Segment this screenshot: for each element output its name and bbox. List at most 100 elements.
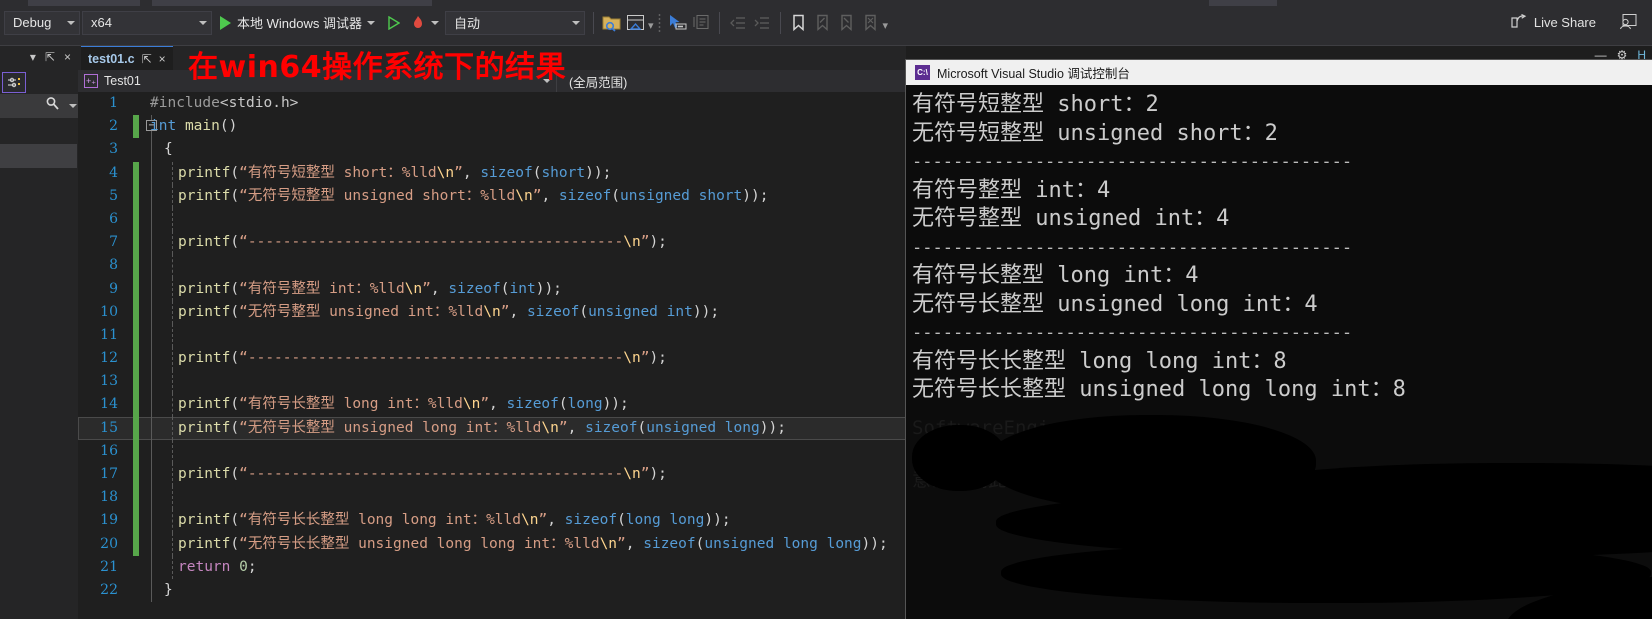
- code-line[interactable]: 18: [78, 486, 906, 510]
- line-number: 18: [100, 489, 118, 506]
- solution-configuration-combo[interactable]: Debug: [4, 10, 80, 35]
- open-folder-search-icon[interactable]: [601, 12, 623, 34]
- code-line[interactable]: 14 printf(“有符号长整型 long int：%lld\n”, sizeo…: [78, 393, 906, 417]
- debug-target-label[interactable]: 本地 Windows 调试器: [237, 13, 362, 32]
- hot-reload-mode-combo[interactable]: 自动: [444, 10, 585, 35]
- pin-icon[interactable]: ⇱: [142, 52, 152, 66]
- change-marker: [133, 300, 139, 324]
- code-line[interactable]: 15 printf(“无符号长整型 unsigned long int：%lld\…: [78, 416, 906, 440]
- line-number: 2: [109, 118, 118, 135]
- indent-guide-dashed: [172, 439, 173, 463]
- line-number: 6: [109, 210, 118, 227]
- indent-guide: [151, 439, 152, 463]
- code-text: return 0;: [178, 558, 257, 575]
- minimize-icon[interactable]: —: [1595, 48, 1607, 62]
- gear-icon[interactable]: ⚙: [1617, 48, 1628, 62]
- search-icon[interactable]: [45, 96, 60, 116]
- line-number: 11: [100, 326, 118, 343]
- code-line[interactable]: 9 printf(“有符号整型 int：%lld\n”, sizeof(int))…: [78, 277, 906, 301]
- code-line[interactable]: 13: [78, 370, 906, 394]
- chevron-down-icon[interactable]: [430, 20, 439, 25]
- change-marker: [133, 509, 139, 533]
- code-line[interactable]: 12 printf(“------------------------------…: [78, 347, 906, 371]
- indent-guide-dashed: [172, 370, 173, 394]
- code-line[interactable]: 19 printf(“有符号长长整型 long long int：%lld\n”,…: [78, 509, 906, 533]
- document-tab-test01c[interactable]: test01.c ⇱ ×: [81, 46, 173, 70]
- close-icon[interactable]: ×: [159, 52, 166, 66]
- tool-window-row-selected[interactable]: [0, 144, 77, 168]
- toggle-bookmark-icon[interactable]: [788, 12, 810, 34]
- chevron-down-icon[interactable]: [69, 104, 77, 108]
- code-text: printf(“无符号长长整型 unsigned long long int：%…: [178, 535, 888, 552]
- code-line[interactable]: 17 printf(“------------------------------…: [78, 463, 906, 487]
- code-line[interactable]: 5 printf(“无符号短整型 unsigned short：%lld\n”, …: [78, 184, 906, 208]
- hot-reload-icon[interactable]: [407, 12, 429, 34]
- code-line[interactable]: 8: [78, 254, 906, 278]
- tool-window-row[interactable]: [0, 118, 77, 144]
- toolbar-overflow-stub-2: [152, 0, 432, 6]
- solution-platform-combo[interactable]: x64: [82, 10, 212, 35]
- code-line[interactable]: 11: [78, 323, 906, 348]
- change-marker: [133, 207, 139, 232]
- previous-bookmark-icon: [812, 12, 834, 34]
- code-text: {: [164, 141, 173, 158]
- code-line[interactable]: 20 printf(“无符号长长整型 unsigned long long int…: [78, 532, 906, 556]
- pin-icon[interactable]: ⇱: [45, 50, 55, 64]
- live-share-button[interactable]: Live Share: [1510, 13, 1648, 33]
- code-line[interactable]: 21 return 0;: [78, 555, 906, 579]
- code-line[interactable]: 6: [78, 207, 906, 232]
- code-line[interactable]: 7 printf(“-------------------------------…: [78, 231, 906, 255]
- tool-window-toolbar-button[interactable]: [2, 72, 26, 93]
- debug-console-window[interactable]: C:\ Microsoft Visual Studio 调试控制台 有符号短整型…: [906, 60, 1652, 619]
- indent-guide: [151, 207, 152, 232]
- close-icon[interactable]: ×: [64, 50, 71, 64]
- line-number: 13: [100, 373, 118, 390]
- code-line[interactable]: 2− int main(): [78, 115, 906, 139]
- comment-block-icon: [690, 12, 712, 34]
- code-line[interactable]: 16: [78, 439, 906, 463]
- change-marker: [133, 463, 139, 487]
- code-line[interactable]: 3{: [78, 138, 906, 162]
- indent-guide: [151, 254, 152, 278]
- code-text: int main(): [150, 118, 238, 135]
- line-number: 9: [109, 280, 118, 297]
- code-line[interactable]: 4 printf(“有符号短整型 short：%lld\n”, sizeof(sh…: [78, 161, 906, 185]
- line-number: 3: [109, 141, 118, 158]
- chevron-down-icon[interactable]: [366, 20, 375, 25]
- start-without-debugging-icon[interactable]: [383, 12, 405, 34]
- tool-window-body: [0, 168, 77, 619]
- code-text: printf(“有符号长整型 long int：%lld\n”, sizeof(…: [178, 396, 629, 413]
- decrease-indent-icon: [727, 12, 749, 34]
- indent-guide-dashed: [172, 254, 173, 278]
- indent-guide-dashed: [172, 323, 173, 348]
- code-line[interactable]: 1 #include<stdio.h>: [78, 92, 906, 115]
- line-number: 22: [100, 581, 118, 598]
- indent-guide-dashed: [172, 486, 173, 510]
- tool-window-search-box[interactable]: [0, 94, 83, 118]
- start-debug-play-icon[interactable]: [220, 15, 231, 30]
- maximize-icon[interactable]: H: [1637, 48, 1646, 62]
- toolbar-divider: [592, 11, 594, 34]
- line-number: 15: [100, 419, 118, 436]
- line-number: 5: [109, 187, 118, 204]
- toolbar-dropdown-dash-icon[interactable]: ▾: [648, 19, 654, 32]
- window-home-icon[interactable]: [625, 12, 647, 34]
- code-editor[interactable]: 1 #include<stdio.h> 2− int main() 3{4 printf(…: [78, 92, 906, 619]
- chevron-down-icon: [571, 20, 580, 25]
- editor-code-area[interactable]: 1 #include<stdio.h> 2− int main() 3{4 printf(…: [78, 92, 906, 619]
- solution-configuration-value: Debug: [13, 15, 52, 30]
- toolbar-overflow-stub-1: [28, 0, 140, 6]
- pointer-select-icon[interactable]: [666, 12, 688, 34]
- change-marker: [133, 393, 139, 417]
- line-number: 16: [100, 442, 118, 459]
- console-output-line: 无符号整型 unsigned int：4: [912, 206, 1230, 231]
- code-line[interactable]: 10 printf(“无符号整型 unsigned int：%lld\n”, si…: [78, 300, 906, 324]
- account-icon[interactable]: [1619, 13, 1638, 33]
- chevron-down-icon: [199, 20, 207, 25]
- toolbar-overflow-icon[interactable]: ▾: [883, 19, 889, 32]
- code-text: printf(“有符号长长整型 long long int：%lld\n”, s…: [178, 512, 731, 529]
- chevron-down-icon[interactable]: ▾: [30, 50, 36, 64]
- member-scope-combo[interactable]: (全局范围): [556, 70, 906, 92]
- code-line[interactable]: 22}: [78, 578, 906, 603]
- console-output-line: 有符号短整型 short：2: [912, 92, 1159, 117]
